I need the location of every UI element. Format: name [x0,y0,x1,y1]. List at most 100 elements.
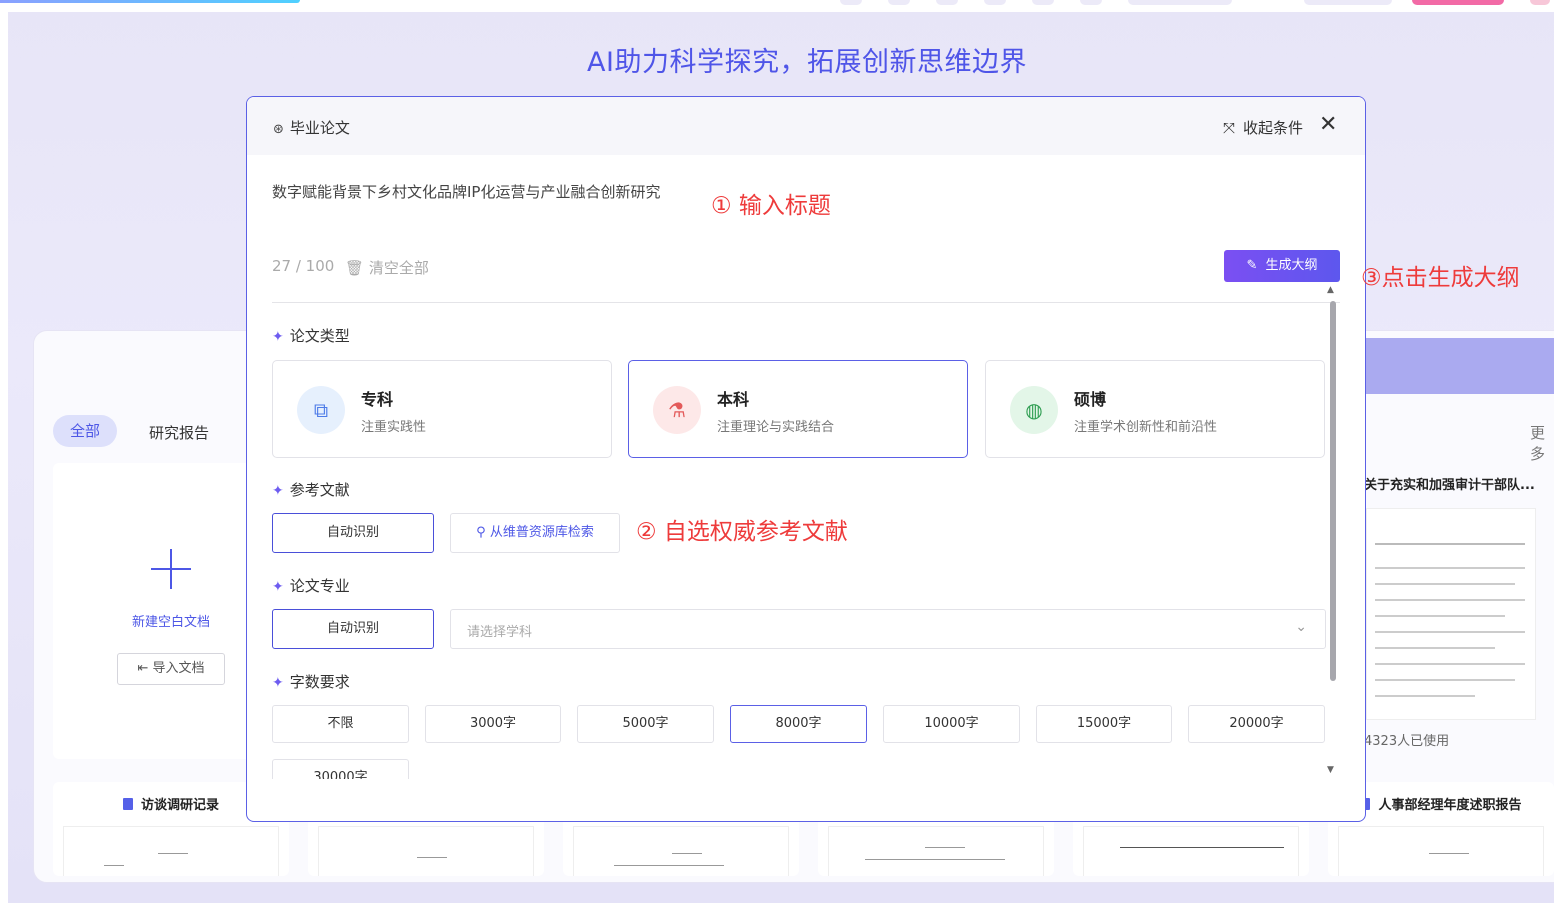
magic-wand-icon: ✎ [1246,258,1258,273]
thumbnail-line [1375,615,1505,617]
import-label: 导入文档 [152,661,205,676]
dialog-header: ⊛ 毕业论文 ⤧ 收起条件 ✕ [247,97,1365,155]
dialog-title-text: 毕业论文 [289,119,350,137]
nav-button[interactable] [1128,0,1232,5]
thumbnail-line [1120,847,1284,848]
thumbnail-line [1375,663,1525,665]
template-card-thumbnail [1083,826,1299,876]
template-card-thumbnail[interactable] [1366,508,1536,720]
word-count-option[interactable]: 3000字 [425,705,561,743]
word-count-option[interactable]: 5000字 [577,705,714,743]
brand-accent-bar [0,0,300,3]
thumbnail-line [1375,695,1475,697]
clear-all-label: 清空全部 [368,259,429,277]
search-icon: ⚲ [476,525,490,540]
clear-all-button[interactable]: 🗑︎ 清空全部 [345,257,429,278]
topic-input[interactable]: 数字赋能背景下乡村文化品牌IP化运营与产业融合创新研究 [272,181,660,202]
major-auto-detect-button[interactable]: 自动识别 [272,609,434,649]
word-count-option[interactable]: 15000字 [1036,705,1172,743]
section-references-label: 参考文献 [289,481,350,499]
subject-select-placeholder: 请选择学科 [467,625,533,640]
paper-type-option-undergraduate[interactable]: ⚗ 本科 注重理论与实践结合 [628,360,968,458]
vip-button[interactable] [1412,0,1504,5]
tab-all[interactable]: 全部 [53,415,117,447]
paper-type-name: 专科 [361,390,394,409]
sparkle-icon: ✦ [272,675,284,691]
section-word-count-label: 字数要求 [289,673,350,691]
nav-icon[interactable] [1080,0,1102,5]
thumbnail-line [1375,583,1515,585]
template-card-title-text: 人事部经理年度述职报告 [1378,798,1522,813]
template-card-thumbnail [318,826,534,876]
divider [272,302,1340,303]
template-card-thumbnail [828,826,1044,876]
nav-icon[interactable] [888,0,910,5]
avatar[interactable] [1530,0,1550,5]
puzzle-icon: ⧉ [297,386,345,434]
section-word-count: ✦ 字数要求 [272,671,350,692]
generate-outline-label: 生成大纲 [1265,258,1318,273]
search-references-label: 从维普资源库检索 [489,525,594,540]
paper-type-desc: 注重学术创新性和前沿性 [1074,420,1218,435]
section-references: ✦ 参考文献 [272,479,350,500]
left-sidebar-strip [0,12,8,903]
tab-research-report[interactable]: 研究报告 [149,422,209,443]
generate-outline-button[interactable]: ✎ 生成大纲 [1224,250,1340,282]
template-card-title[interactable]: 关于充实和加强审计干部队... [1364,474,1535,493]
character-counter: 27 / 100 [272,257,335,275]
section-major: ✦ 论文专业 [272,575,350,596]
word-count-option[interactable]: 10000字 [883,705,1020,743]
hero-title: AI助力科学探究，拓展创新思维边界 [587,47,1027,78]
more-link[interactable]: 更多 [1530,422,1554,464]
paper-type-desc: 注重实践性 [361,420,427,435]
paper-type-name: 硕博 [1074,390,1107,409]
paper-type-desc: 注重理论与实践结合 [717,420,835,435]
annotation-step-3: ③点击生成大纲 [1361,265,1520,291]
thumbnail-line [1429,853,1469,854]
collapse-icon: ⤧ [1223,119,1236,137]
collapse-label: 收起条件 [1243,119,1304,137]
nav-icon[interactable] [936,0,958,5]
chevron-down-icon: ⌄ [1295,619,1307,635]
nav-button[interactable] [1304,0,1392,5]
scroll-up-arrow[interactable]: ▲ [1327,285,1334,295]
annotation-step-2: ② 自选权威参考文献 [636,519,848,545]
word-count-option[interactable]: 30000字 [272,759,409,779]
section-paper-type: ✦ 论文类型 [272,325,350,346]
thumbnail-line [104,865,124,866]
thumbnail-line [417,857,447,858]
paper-type-option-graduate[interactable]: ◍ 硕博 注重学术创新性和前沿性 [985,360,1325,458]
trash-icon: 🗑︎ [345,259,369,277]
search-references-button[interactable]: ⚲ 从维普资源库检索 [450,513,620,553]
paper-type-option-vocational[interactable]: ⧉ 专科 注重实践性 [272,360,612,458]
references-auto-detect-button[interactable]: 自动识别 [272,513,434,553]
nav-icon[interactable] [840,0,862,5]
scroll-down-arrow[interactable]: ▼ [1327,765,1334,775]
word-count-option-selected[interactable]: 8000字 [730,705,867,743]
annotation-step-1: ① 输入标题 [711,193,831,219]
import-document-button[interactable]: ⇤ 导入文档 [117,653,225,685]
thumbnail-line [1375,567,1525,569]
section-major-label: 论文专业 [289,577,350,595]
document-icon [122,798,133,810]
flask-icon: ⚗ [653,386,701,434]
nav-icon[interactable] [1032,0,1054,5]
thumbnail-line [672,853,702,854]
graduation-cap-icon: ⊛ [273,122,284,137]
paper-type-name: 本科 [717,390,750,409]
close-icon[interactable]: ✕ [1319,112,1337,138]
usage-count: 4323人已使用 [1364,734,1450,749]
plus-icon [151,549,191,589]
word-count-option[interactable]: 不限 [272,705,409,743]
import-icon: ⇤ [137,661,153,676]
thumbnail-line [1375,543,1525,545]
collapse-conditions-button[interactable]: ⤧ 收起条件 [1223,117,1303,138]
nav-icon[interactable] [984,0,1006,5]
scrollbar-thumb[interactable] [1330,301,1336,681]
thumbnail-line [1375,631,1525,633]
thumbnail-line [865,859,1005,860]
thumbnail-line [1375,647,1495,649]
subject-select[interactable]: 请选择学科 ⌄ [450,609,1326,649]
template-card-thumbnail [573,826,789,876]
word-count-option[interactable]: 20000字 [1188,705,1325,743]
